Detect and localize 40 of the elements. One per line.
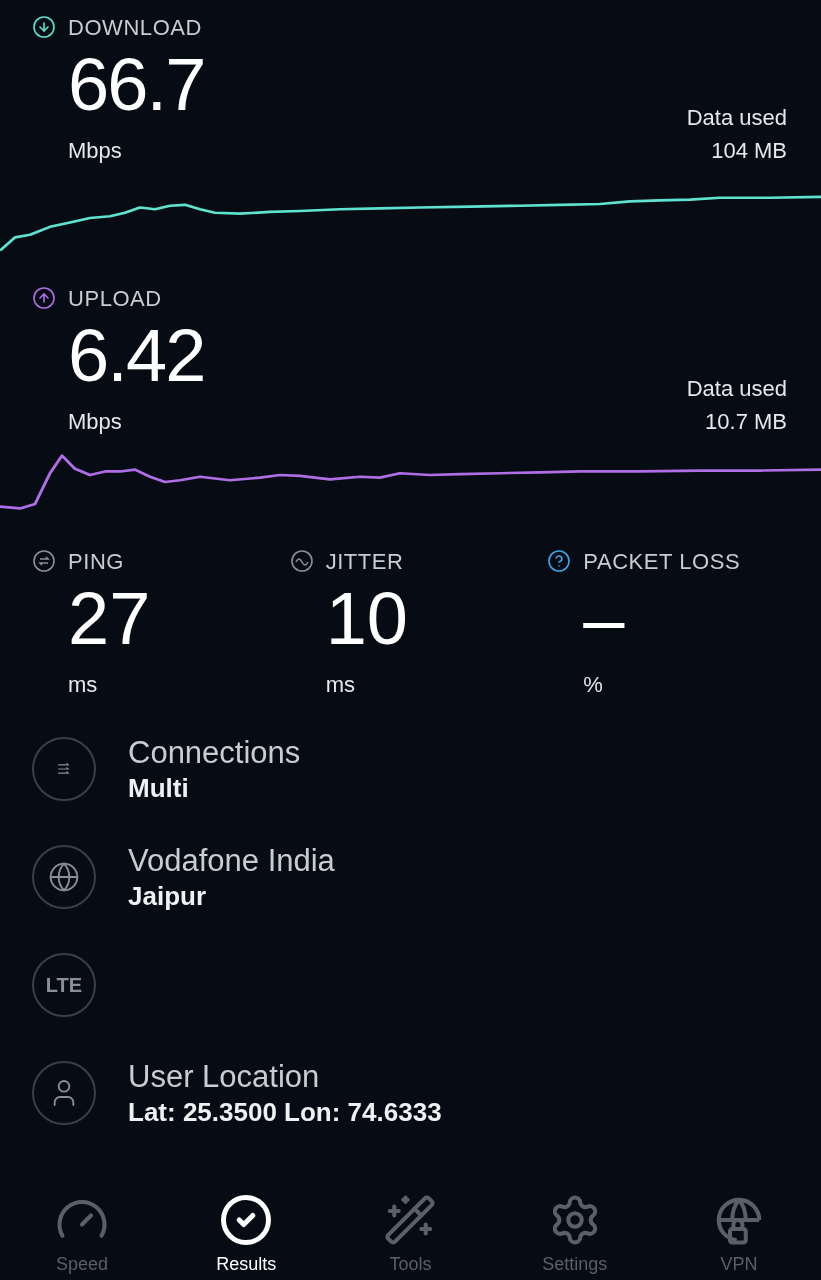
detail-title: Connections	[128, 734, 301, 772]
download-icon	[32, 15, 56, 39]
upload-icon	[32, 286, 56, 310]
metric-value: 10	[324, 576, 409, 662]
detail-title: User Location	[128, 1058, 321, 1096]
metric-unit: ms	[324, 671, 356, 699]
speed-unit: Mbps	[68, 137, 123, 165]
metric-label: PING	[68, 547, 124, 576]
ping-icon	[32, 549, 56, 573]
user-icon	[32, 1061, 96, 1125]
metric-label: PACKET LOSS	[583, 547, 741, 576]
result-label: UPLOAD	[68, 284, 162, 313]
detail-title: Vodafone India	[128, 842, 335, 880]
detail-value: Jaipur	[128, 880, 208, 912]
help-icon[interactable]	[547, 549, 572, 573]
data-used-value: 10.7 MB	[705, 408, 787, 436]
nav-tab[interactable]: Speed	[0, 1193, 165, 1278]
metric-unit: %	[582, 671, 604, 699]
result-label: DOWNLOAD	[68, 13, 202, 42]
nav-tab[interactable]: Tools	[328, 1193, 493, 1278]
nav-tab[interactable]: Settings	[492, 1193, 657, 1278]
check-icon	[219, 1193, 274, 1247]
detail-value: Multi	[128, 772, 190, 804]
detail-value: Lat: 25.3500 Lon: 74.6333	[128, 1096, 442, 1128]
nav-tab[interactable]: VPN	[656, 1193, 821, 1278]
metric-value: 27	[67, 576, 152, 662]
data-used-label: Data used	[686, 104, 787, 132]
speed-unit: Mbps	[68, 408, 123, 436]
speed-value: 66.7	[68, 42, 205, 128]
metric-label: JITTER	[325, 547, 404, 576]
data-used-label: Data used	[686, 375, 787, 403]
globe-icon	[32, 845, 96, 909]
metric-value: –	[582, 576, 626, 662]
wave-icon	[289, 549, 314, 573]
nav-tab[interactable]: Results	[164, 1193, 329, 1278]
connections-icon	[32, 737, 96, 801]
data-used-value: 104 MB	[711, 137, 787, 165]
metric-unit: ms	[67, 671, 99, 699]
network-badge: LTE	[32, 953, 96, 1017]
speed-value: 6.42	[68, 313, 205, 399]
